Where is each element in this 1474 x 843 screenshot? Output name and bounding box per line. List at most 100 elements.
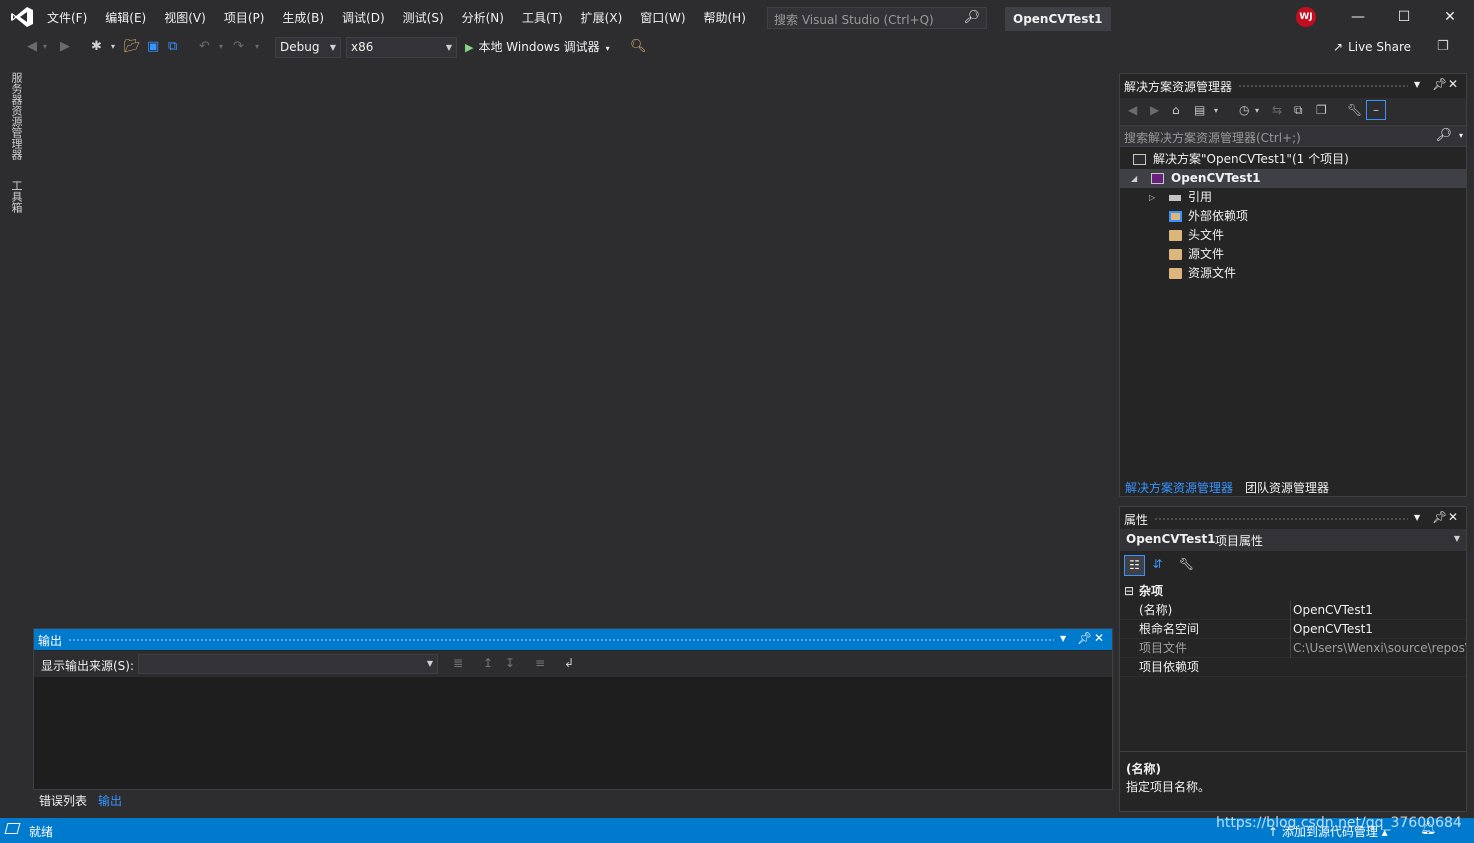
run-dropdown-icon[interactable]: ▾	[606, 44, 610, 53]
menu-project[interactable]: 项目(P)	[215, 9, 274, 29]
pin-icon[interactable]: 📌︎	[1077, 631, 1092, 645]
tree-item-solution[interactable]: 解决方案"OpenCVTest1"(1 个项目)	[1120, 150, 1466, 169]
previous-message-icon[interactable]: ↥	[483, 656, 493, 670]
home-icon[interactable]: ⌂	[1172, 103, 1180, 117]
preview-selected-icon[interactable]: –	[1366, 100, 1386, 120]
back-dropdown-icon[interactable]: ▾	[43, 38, 47, 56]
collapsed-arrow-icon[interactable]: ▷	[1149, 188, 1155, 207]
menu-file[interactable]: 文件(F)	[38, 9, 96, 29]
switch-views-dropdown-icon[interactable]: ▾	[1214, 106, 1218, 115]
tab-solution-explorer[interactable]: 解决方案资源管理器	[1125, 479, 1233, 496]
search-icon[interactable]: 🔎︎	[963, 10, 980, 25]
pending-changes-filter-icon[interactable]: ◷	[1239, 103, 1249, 117]
maximize-icon[interactable]: ☐	[1389, 6, 1419, 28]
drag-grip[interactable]	[68, 638, 1054, 642]
property-value[interactable]: C:\Users\Wenxi\source\repos\	[1290, 639, 1466, 658]
menu-debug[interactable]: 调试(D)	[333, 9, 394, 29]
tab-team-explorer[interactable]: 团队资源管理器	[1245, 479, 1329, 496]
tree-item-source-files[interactable]: 源文件	[1120, 245, 1466, 264]
save-all-icon[interactable]: ⧉	[168, 38, 177, 56]
property-value[interactable]: OpenCVTest1	[1290, 601, 1466, 620]
property-pages-icon[interactable]: 🔧︎	[1176, 555, 1197, 576]
next-message-icon[interactable]: ↧	[505, 656, 515, 670]
property-row[interactable]: 项目文件 C:\Users\Wenxi\source\repos\	[1120, 639, 1466, 658]
feedback-icon[interactable]: ❐	[1437, 38, 1449, 56]
property-row[interactable]: 根命名空间 OpenCVTest1	[1120, 620, 1466, 639]
chevron-down-icon: ▼	[1453, 534, 1460, 543]
platform-select[interactable]: x86 ▼	[346, 37, 457, 58]
output-content[interactable]	[34, 677, 1112, 789]
tree-item-external-deps[interactable]: 外部依赖项	[1120, 207, 1466, 226]
tree-item-references[interactable]: ▷ 引用	[1120, 188, 1466, 207]
drag-grip[interactable]	[1238, 84, 1408, 88]
forward-icon[interactable]: ▶	[1150, 103, 1159, 117]
menu-edit[interactable]: 编辑(E)	[96, 9, 155, 29]
output-source-select[interactable]: ▼	[138, 654, 438, 674]
sync-icon[interactable]: ⇆	[1272, 103, 1282, 117]
close-icon[interactable]: ✕	[1094, 631, 1104, 645]
tab-output[interactable]: 输出	[92, 791, 129, 811]
new-project-icon[interactable]: ✱	[91, 38, 102, 56]
menu-build[interactable]: 生成(B)	[273, 9, 333, 29]
search-input[interactable]: 搜索 Visual Studio (Ctrl+Q) 🔎︎	[767, 7, 987, 29]
search-options-icon[interactable]: ▾	[1459, 131, 1463, 140]
toolbox-tab[interactable]: 工具箱	[8, 180, 24, 213]
pin-icon[interactable]: 📌︎	[1432, 77, 1447, 91]
forward-icon[interactable]: ▶	[60, 38, 70, 56]
property-value[interactable]: OpenCVTest1	[1290, 620, 1466, 639]
server-explorer-tab[interactable]: 服务器资源管理器	[8, 72, 24, 160]
menu-help[interactable]: 帮助(H)	[695, 9, 755, 29]
properties-icon[interactable]: 🔧︎	[1347, 103, 1362, 117]
undo-icon[interactable]: ↶	[199, 38, 210, 56]
window-position-icon[interactable]: ▼	[1414, 80, 1420, 89]
menu-test[interactable]: 测试(S)	[394, 9, 453, 29]
start-debugging-button[interactable]: ▶ 本地 Windows 调试器 ▾	[465, 38, 610, 56]
menu-analyze[interactable]: 分析(N)	[453, 9, 513, 29]
expanded-arrow-icon[interactable]: ◢	[1131, 169, 1137, 188]
drag-grip[interactable]	[1154, 517, 1408, 521]
clear-all-icon[interactable]: ≡	[535, 656, 545, 670]
alphabetical-icon[interactable]: ⇵	[1147, 555, 1168, 576]
find-message-icon[interactable]: ≣	[453, 656, 463, 670]
property-row[interactable]: (名称) OpenCVTest1	[1120, 601, 1466, 620]
tree-item-project[interactable]: ◢ OpenCVTest1	[1120, 169, 1466, 188]
new-dropdown-icon[interactable]: ▾	[111, 38, 115, 56]
tree-item-resource-files[interactable]: 资源文件	[1120, 264, 1466, 283]
search-icon[interactable]: 🔎︎	[1435, 128, 1452, 143]
save-icon[interactable]: ▣	[147, 38, 159, 56]
menu-window[interactable]: 窗口(W)	[631, 9, 694, 29]
category-row[interactable]: ⊟ 杂项	[1120, 582, 1466, 601]
menu-extensions[interactable]: 扩展(X)	[572, 9, 632, 29]
close-icon[interactable]: ✕	[1448, 77, 1458, 91]
tab-error-list[interactable]: 错误列表	[33, 791, 93, 811]
menu-tools[interactable]: 工具(T)	[513, 9, 572, 29]
minimize-icon[interactable]: —	[1343, 6, 1373, 28]
close-icon[interactable]: ✕	[1448, 510, 1458, 524]
categorized-icon[interactable]: ☷	[1124, 555, 1145, 576]
redo-icon[interactable]: ↷	[233, 38, 244, 56]
property-row[interactable]: 项目依赖项	[1120, 658, 1466, 677]
menu-view[interactable]: 视图(V)	[155, 9, 215, 29]
configuration-select[interactable]: Debug ▼	[275, 37, 341, 58]
user-avatar[interactable]: WJ	[1296, 7, 1316, 27]
word-wrap-icon[interactable]: ↲	[564, 656, 574, 670]
undo-dropdown-icon[interactable]: ▾	[219, 38, 223, 56]
live-share-button[interactable]: ↗ Live Share	[1333, 38, 1411, 56]
close-icon[interactable]: ✕	[1435, 6, 1465, 28]
back-icon[interactable]: ◀	[27, 38, 37, 56]
object-select[interactable]: OpenCVTest1 项目属性 ▼	[1120, 529, 1466, 551]
open-folder-icon[interactable]: 📂︎	[124, 38, 141, 56]
switch-views-icon[interactable]: ▤	[1194, 103, 1205, 117]
collapse-icon[interactable]: ⊟	[1124, 582, 1134, 601]
collapse-all-icon[interactable]: ⧉	[1294, 103, 1303, 118]
window-position-icon[interactable]: ▼	[1414, 513, 1420, 522]
pin-icon[interactable]: 📌︎	[1432, 510, 1447, 524]
find-in-files-icon[interactable]: 🔍︎	[630, 38, 647, 56]
tree-item-header-files[interactable]: 头文件	[1120, 226, 1466, 245]
filter-dropdown-icon[interactable]: ▾	[1255, 106, 1259, 115]
solution-search-input[interactable]: 搜索解决方案资源管理器(Ctrl+;) 🔎︎ ▾	[1120, 125, 1466, 147]
redo-dropdown-icon[interactable]: ▾	[255, 38, 259, 56]
show-all-files-icon[interactable]: ❐	[1316, 103, 1327, 117]
window-position-icon[interactable]: ▼	[1060, 634, 1066, 643]
back-icon[interactable]: ◀	[1128, 103, 1137, 117]
